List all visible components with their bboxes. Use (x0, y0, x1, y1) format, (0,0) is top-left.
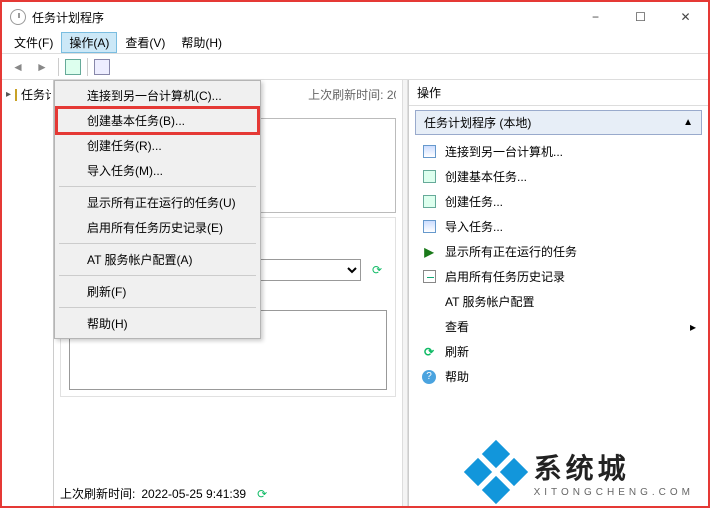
folder-icon (15, 89, 17, 101)
tree-pane: ▸ 任务计 (2, 80, 54, 506)
dd-help[interactable]: 帮助(H) (57, 311, 258, 336)
dd-separator (59, 275, 256, 276)
help-icon: ? (421, 369, 437, 385)
menubar: 文件(F) 操作(A) 查看(V) 帮助(H) (2, 32, 708, 54)
dd-create-basic-task[interactable]: 创建基本任务(B)... (57, 108, 258, 133)
action-at-service[interactable]: AT 服务帐户配置 (415, 289, 702, 314)
titlebar: 任务计划程序 − ☐ ✕ (2, 2, 708, 32)
toolbar-help-icon[interactable] (94, 59, 110, 75)
watermark: 系统城 XITONGCHENG.COM (468, 444, 694, 500)
computer-icon (421, 144, 437, 160)
toolbar-library-icon[interactable] (65, 59, 81, 75)
nav-back-button[interactable]: ◄ (8, 57, 28, 77)
toolbar-separator (58, 58, 59, 76)
watermark-subtitle: XITONGCHENG.COM (534, 487, 694, 498)
menu-view[interactable]: 查看(V) (117, 32, 173, 53)
action-help[interactable]: ? 帮助 (415, 364, 702, 389)
dd-enable-history[interactable]: 启用所有任务历史记录(E) (57, 215, 258, 240)
action-enable-history[interactable]: 启用所有任务历史记录 (415, 264, 702, 289)
tree-caret-icon: ▸ (6, 89, 11, 100)
window-title: 任务计划程序 (32, 9, 573, 26)
dd-separator (59, 186, 256, 187)
menu-action[interactable]: 操作(A) (61, 32, 117, 53)
task-icon (421, 194, 437, 210)
last-refresh-row: 上次刷新时间: 2022-05-25 9:41:39 ⟳ (60, 485, 396, 502)
dd-separator (59, 307, 256, 308)
last-refresh-time: 2022-05-25 9:41:39 (141, 487, 246, 501)
task-icon (421, 169, 437, 185)
dd-create-task[interactable]: 创建任务(R)... (57, 133, 258, 158)
toolbar-separator (87, 58, 88, 76)
toolbar: ◄ ► (2, 54, 708, 80)
chevron-right-icon: ▸ (690, 320, 696, 334)
action-view[interactable]: 查看 ▸ (415, 314, 702, 339)
watermark-logo-icon (468, 444, 524, 500)
actions-pane: 操作 任务计划程序 (本地) ▲ 连接到另一台计算机... 创建基本任务... … (408, 80, 708, 506)
import-icon (421, 219, 437, 235)
dd-refresh[interactable]: 刷新(F) (57, 279, 258, 304)
dd-show-running[interactable]: 显示所有正在运行的任务(U) (57, 190, 258, 215)
actions-group-title[interactable]: 任务计划程序 (本地) ▲ (415, 110, 702, 135)
tree-root-label: 任务计 (21, 86, 51, 103)
action-create-task[interactable]: 创建任务... (415, 189, 702, 214)
blank-icon (421, 319, 437, 335)
minimize-button[interactable]: − (573, 2, 618, 32)
run-icon: ▶ (421, 244, 437, 260)
menu-file[interactable]: 文件(F) (6, 32, 61, 53)
action-show-running[interactable]: ▶ 显示所有正在运行的任务 (415, 239, 702, 264)
collapse-icon: ▲ (683, 117, 693, 128)
action-import-task[interactable]: 导入任务... (415, 214, 702, 239)
dd-separator (59, 243, 256, 244)
tree-root[interactable]: ▸ 任务计 (4, 84, 51, 105)
nav-forward-button[interactable]: ► (32, 57, 52, 77)
dd-connect-computer[interactable]: 连接到另一台计算机(C)... (57, 83, 258, 108)
refresh-icon[interactable]: ⟳ (367, 263, 387, 277)
dd-at-service[interactable]: AT 服务帐户配置(A) (57, 247, 258, 272)
refresh-icon: ⟳ (421, 344, 437, 360)
action-connect-computer[interactable]: 连接到另一台计算机... (415, 139, 702, 164)
action-refresh[interactable]: ⟳ 刷新 (415, 339, 702, 364)
actions-header: 操作 (409, 80, 708, 106)
blank-icon (421, 294, 437, 310)
action-create-basic-task[interactable]: 创建基本任务... (415, 164, 702, 189)
menu-help[interactable]: 帮助(H) (173, 32, 230, 53)
close-button[interactable]: ✕ (663, 2, 708, 32)
watermark-title: 系统城 (534, 447, 694, 487)
refresh-icon[interactable]: ⟳ (252, 487, 272, 501)
dd-import-task[interactable]: 导入任务(M)... (57, 158, 258, 183)
maximize-button[interactable]: ☐ (618, 2, 663, 32)
action-dropdown: 连接到另一台计算机(C)... 创建基本任务(B)... 创建任务(R)... … (54, 80, 261, 339)
app-icon (10, 9, 26, 25)
history-icon (421, 269, 437, 285)
